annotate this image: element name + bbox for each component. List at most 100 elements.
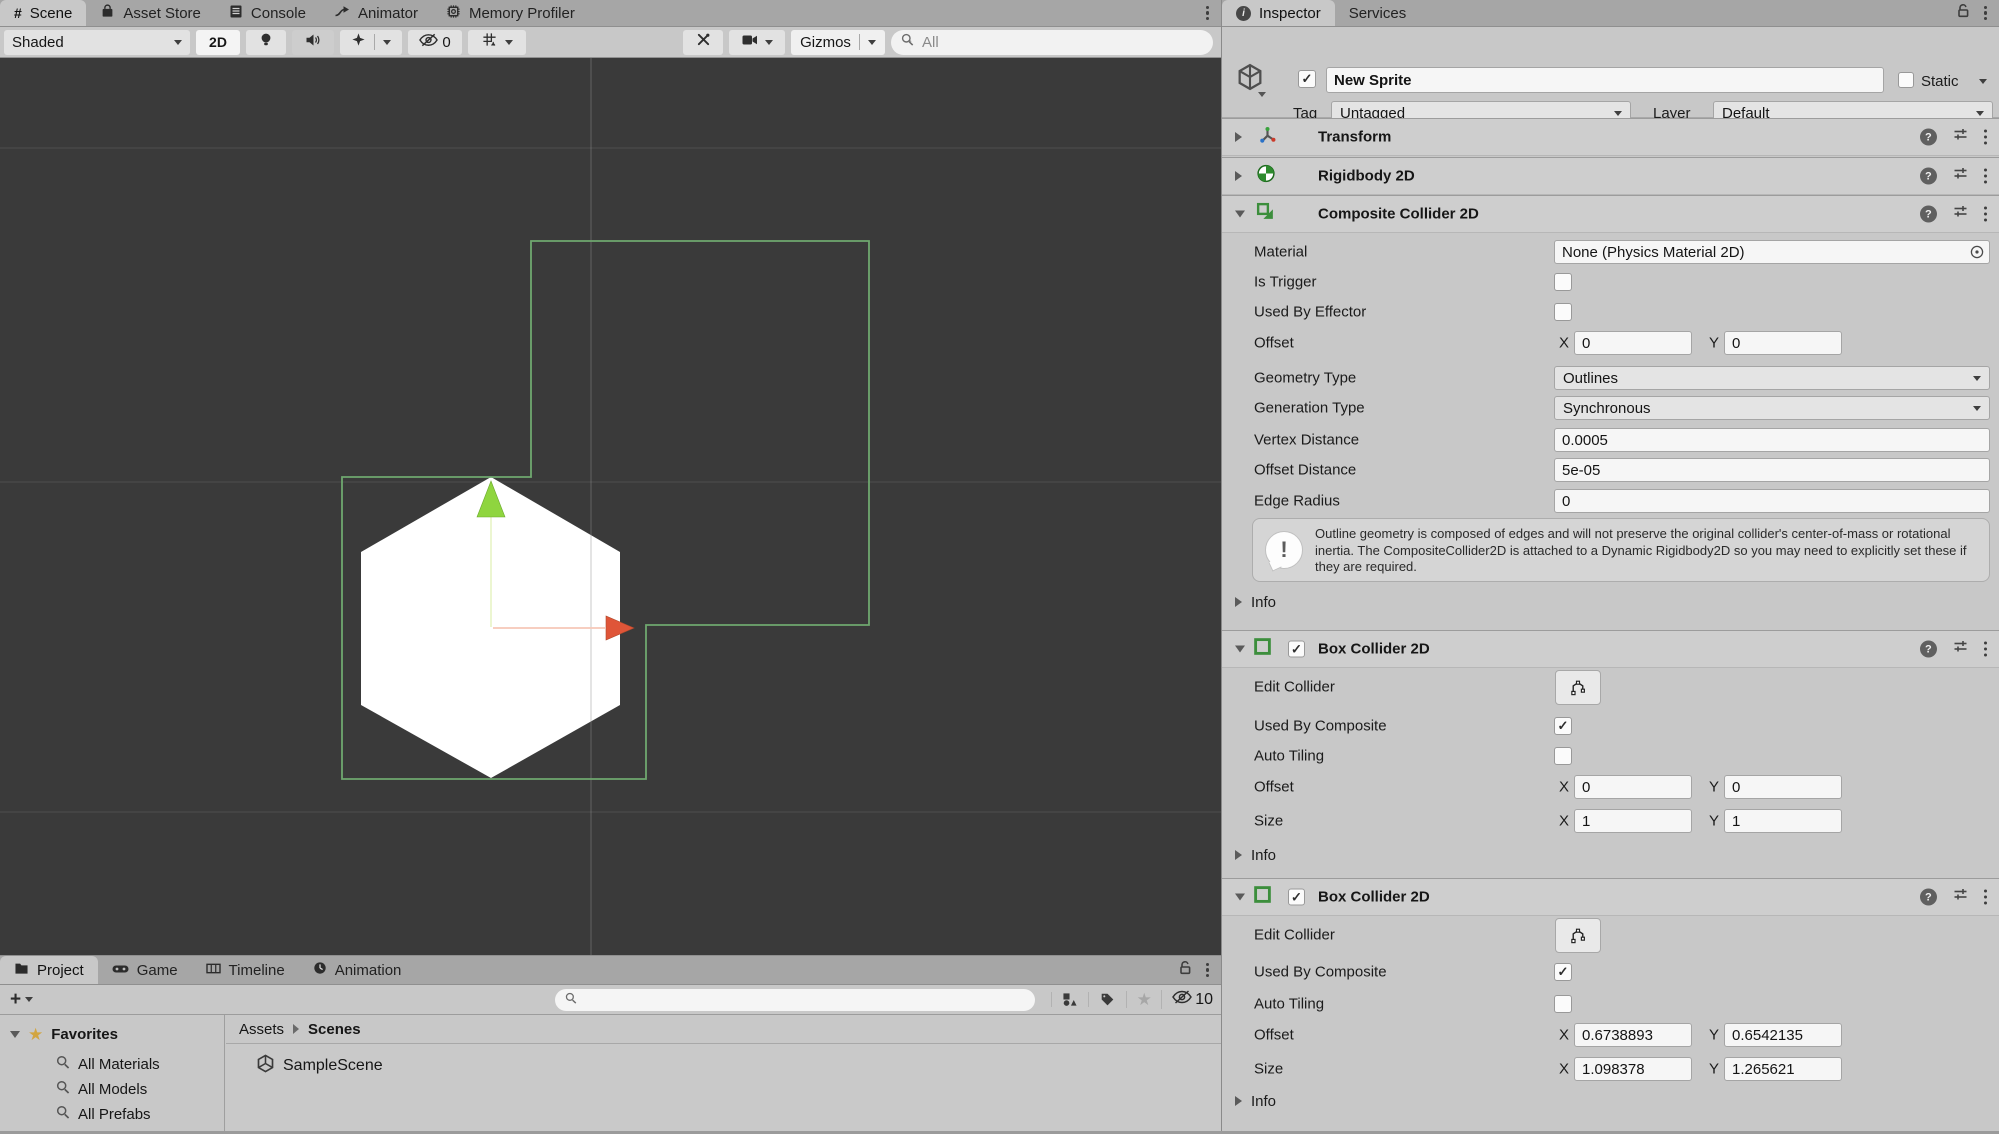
component-menu-icon[interactable]: [1984, 890, 1987, 905]
help-icon[interactable]: ?: [1920, 641, 1937, 658]
tab-game[interactable]: Game: [98, 956, 192, 984]
help-icon[interactable]: ?: [1920, 129, 1937, 146]
auto-tiling-checkbox[interactable]: [1554, 747, 1572, 765]
gameobject-active-checkbox[interactable]: ✓: [1298, 70, 1316, 88]
component-menu-icon[interactable]: [1984, 130, 1987, 145]
presets-icon[interactable]: [1952, 887, 1969, 908]
object-picker-icon[interactable]: [1969, 244, 1985, 264]
draw-mode-dropdown[interactable]: Shaded: [4, 30, 190, 55]
gameobject-name-field[interactable]: New Sprite: [1326, 67, 1884, 93]
create-asset-button[interactable]: +: [0, 990, 43, 1009]
edit-collider-button[interactable]: [1555, 918, 1601, 953]
is-trigger-checkbox[interactable]: [1554, 273, 1572, 291]
used-by-composite-checkbox[interactable]: ✓: [1554, 717, 1572, 735]
tab-timeline[interactable]: Timeline: [192, 956, 299, 984]
component-header-rigidbody[interactable]: Rigidbody 2D ?: [1222, 157, 1999, 195]
material-object-field[interactable]: None (Physics Material 2D): [1554, 240, 1990, 264]
foldout-closed-icon[interactable]: [1235, 132, 1242, 142]
geometry-type-dropdown[interactable]: Outlines: [1554, 366, 1990, 390]
tab-asset-store[interactable]: Asset Store: [86, 0, 215, 26]
scene-viewport[interactable]: [0, 58, 1221, 955]
box2-info-foldout[interactable]: Info: [1235, 1088, 1276, 1114]
foldout-open-icon[interactable]: [1235, 646, 1245, 653]
search-by-label-button[interactable]: [1088, 992, 1126, 1007]
tree-item-all-prefabs[interactable]: All Prefabs: [56, 1105, 151, 1123]
scene-pane-menu-icon[interactable]: [1206, 6, 1209, 21]
static-checkbox[interactable]: [1898, 72, 1914, 88]
camera-dropdown-button[interactable]: [729, 30, 785, 55]
size-x-field[interactable]: 1: [1574, 809, 1692, 833]
favorites-folder[interactable]: ★ Favorites: [10, 1026, 118, 1043]
lock-icon[interactable]: [1956, 3, 1970, 24]
project-pane-menu-icon[interactable]: [1206, 963, 1209, 978]
2d-toggle-button[interactable]: 2D: [196, 30, 240, 55]
vertex-distance-field[interactable]: 0.0005: [1554, 428, 1990, 452]
gameobject-icon-caret[interactable]: [1258, 92, 1266, 97]
foldout-open-icon[interactable]: [10, 1031, 20, 1038]
scene-search-input[interactable]: All: [891, 30, 1213, 55]
static-caret[interactable]: [1979, 79, 1987, 84]
tree-item-all-materials[interactable]: All Materials: [56, 1055, 160, 1073]
hidden-packages-button[interactable]: 10: [1161, 990, 1221, 1009]
favorites-search-button[interactable]: ★: [1126, 991, 1161, 1008]
tab-animation[interactable]: Animation: [299, 956, 416, 984]
component-enabled-checkbox[interactable]: ✓: [1288, 641, 1305, 658]
grid-visibility-dropdown[interactable]: [468, 30, 526, 55]
presets-icon[interactable]: [1952, 166, 1969, 187]
breadcrumb-current[interactable]: Scenes: [308, 1021, 361, 1038]
component-header-transform[interactable]: Transform ?: [1222, 118, 1999, 156]
breadcrumb-root[interactable]: Assets: [239, 1021, 284, 1038]
offset-x-field[interactable]: 0.6738893: [1574, 1023, 1692, 1047]
presets-icon[interactable]: [1952, 639, 1969, 660]
component-header-box-collider-2[interactable]: ✓ Box Collider 2D ?: [1222, 878, 1999, 916]
size-y-field[interactable]: 1: [1724, 809, 1842, 833]
box1-info-foldout[interactable]: Info: [1235, 842, 1276, 868]
foldout-open-icon[interactable]: [1235, 894, 1245, 901]
tab-project[interactable]: Project: [0, 956, 98, 984]
component-menu-icon[interactable]: [1984, 169, 1987, 184]
tools-settings-button[interactable]: [683, 30, 723, 55]
used-by-composite-checkbox[interactable]: ✓: [1554, 963, 1572, 981]
offset-distance-field[interactable]: 5e-05: [1554, 458, 1990, 482]
gizmos-dropdown[interactable]: Gizmos: [791, 30, 885, 55]
help-icon[interactable]: ?: [1920, 889, 1937, 906]
project-search-input[interactable]: [555, 989, 1035, 1011]
composite-info-foldout[interactable]: Info: [1235, 589, 1276, 615]
component-header-composite-collider[interactable]: Composite Collider 2D ?: [1222, 195, 1999, 233]
audio-toggle-button[interactable]: [292, 30, 334, 55]
tab-inspector[interactable]: i Inspector: [1222, 0, 1335, 26]
presets-icon[interactable]: [1952, 127, 1969, 148]
tab-animator[interactable]: Animator: [320, 0, 432, 26]
component-menu-icon[interactable]: [1984, 642, 1987, 657]
auto-tiling-checkbox[interactable]: [1554, 995, 1572, 1013]
offset-y-field[interactable]: 0: [1724, 775, 1842, 799]
asset-item-samplescene[interactable]: SampleScene: [256, 1054, 383, 1077]
foldout-closed-icon[interactable]: [1235, 171, 1242, 181]
presets-icon[interactable]: [1952, 204, 1969, 225]
component-header-box-collider-1[interactable]: ✓ Box Collider 2D ?: [1222, 630, 1999, 668]
edit-collider-button[interactable]: [1555, 670, 1601, 705]
offset-y-field[interactable]: 0: [1724, 331, 1842, 355]
help-icon[interactable]: ?: [1920, 206, 1937, 223]
hidden-objects-button[interactable]: 0: [408, 30, 462, 55]
component-menu-icon[interactable]: [1984, 207, 1987, 222]
tree-item-all-models[interactable]: All Models: [56, 1080, 147, 1098]
lock-icon[interactable]: [1178, 960, 1192, 981]
generation-type-dropdown[interactable]: Synchronous: [1554, 396, 1990, 420]
lighting-toggle-button[interactable]: [246, 30, 286, 55]
tab-scene[interactable]: # Scene: [0, 0, 86, 26]
offset-x-field[interactable]: 0: [1574, 775, 1692, 799]
foldout-open-icon[interactable]: [1235, 211, 1245, 218]
tab-services[interactable]: Services: [1335, 0, 1421, 26]
effects-dropdown-button[interactable]: [340, 30, 402, 55]
inspector-menu-icon[interactable]: [1984, 6, 1987, 21]
component-enabled-checkbox[interactable]: ✓: [1288, 889, 1305, 906]
tab-console[interactable]: Console: [215, 0, 320, 26]
help-icon[interactable]: ?: [1920, 168, 1937, 185]
search-by-type-button[interactable]: [1051, 992, 1088, 1007]
size-x-field[interactable]: 1.098378: [1574, 1057, 1692, 1081]
edge-radius-field[interactable]: 0: [1554, 489, 1990, 513]
used-by-effector-checkbox[interactable]: [1554, 303, 1572, 321]
offset-y-field[interactable]: 0.6542135: [1724, 1023, 1842, 1047]
offset-x-field[interactable]: 0: [1574, 331, 1692, 355]
